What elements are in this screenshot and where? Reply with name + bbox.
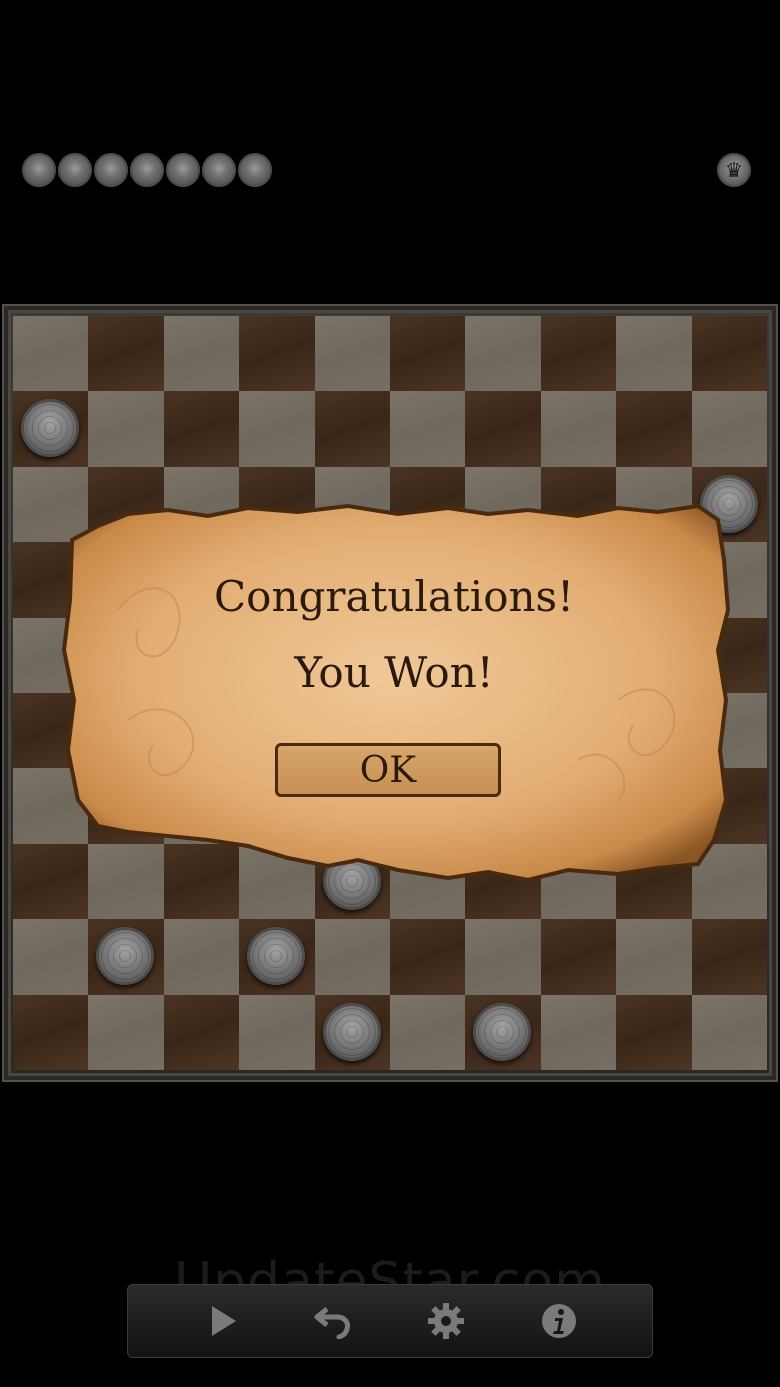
board-square[interactable]: [540, 919, 617, 995]
board-square[interactable]: [314, 919, 390, 995]
checker-piece[interactable]: [247, 927, 306, 986]
crown-icon: ♛: [725, 158, 743, 182]
board-square[interactable]: [13, 391, 89, 467]
board-square[interactable]: [616, 391, 692, 467]
dialog-title: Congratulations!: [214, 572, 574, 621]
board-square[interactable]: [390, 316, 466, 392]
checker-piece[interactable]: [96, 927, 155, 986]
board-square[interactable]: [691, 316, 767, 392]
board-square[interactable]: [540, 316, 617, 392]
board-square[interactable]: [390, 391, 466, 467]
gear-icon: [428, 1303, 464, 1339]
ok-button[interactable]: OK: [275, 743, 501, 797]
board-square[interactable]: [616, 994, 692, 1070]
board-square[interactable]: [314, 994, 390, 1070]
board-square[interactable]: [239, 316, 315, 392]
king-badge: ♛: [717, 153, 751, 187]
board-square[interactable]: [691, 391, 767, 467]
board-square[interactable]: [239, 919, 315, 995]
board-square[interactable]: [465, 391, 541, 467]
undo-icon: [314, 1307, 350, 1339]
info-icon: [542, 1304, 576, 1338]
board-square[interactable]: [390, 994, 466, 1070]
board-square[interactable]: [465, 919, 541, 995]
board-square[interactable]: [616, 919, 692, 995]
board-square[interactable]: [88, 316, 164, 392]
game-screen: ♛ Congratulations! You Won! OK UpdateSta…: [0, 0, 780, 1387]
captured-piece: [238, 153, 272, 187]
win-dialog: Congratulations! You Won! OK: [58, 500, 730, 884]
board-square[interactable]: [163, 919, 240, 995]
info-button[interactable]: [536, 1298, 582, 1344]
board-square[interactable]: [13, 316, 89, 392]
board-square[interactable]: [691, 994, 767, 1070]
board-square[interactable]: [616, 316, 692, 392]
captured-piece: [202, 153, 236, 187]
board-square[interactable]: [88, 994, 164, 1070]
play-icon: [212, 1306, 236, 1336]
checker-piece[interactable]: [322, 1002, 381, 1061]
captured-piece: [58, 153, 92, 187]
captured-piece: [94, 153, 128, 187]
board-square[interactable]: [163, 391, 240, 467]
board-square[interactable]: [163, 316, 240, 392]
board-square[interactable]: [239, 994, 315, 1070]
bottom-toolbar: [127, 1284, 653, 1358]
captured-pieces-row: [22, 153, 274, 187]
board-square[interactable]: [691, 919, 767, 995]
board-square[interactable]: [163, 994, 240, 1070]
board-square[interactable]: [540, 994, 617, 1070]
board-square[interactable]: [88, 919, 164, 995]
board-square[interactable]: [13, 919, 89, 995]
dialog-message: You Won!: [294, 648, 494, 697]
captured-piece: [166, 153, 200, 187]
board-square[interactable]: [88, 391, 164, 467]
board-square[interactable]: [13, 994, 89, 1070]
checker-piece[interactable]: [473, 1002, 532, 1061]
captured-piece: [130, 153, 164, 187]
checker-piece[interactable]: [21, 399, 79, 458]
board-square[interactable]: [465, 994, 541, 1070]
play-button[interactable]: [200, 1298, 246, 1344]
settings-button[interactable]: [423, 1298, 469, 1344]
board-square[interactable]: [540, 391, 617, 467]
board-square[interactable]: [239, 391, 315, 467]
board-square[interactable]: [314, 391, 390, 467]
board-square[interactable]: [314, 316, 390, 392]
captured-piece: [22, 153, 56, 187]
board-square[interactable]: [465, 316, 541, 392]
undo-button[interactable]: [310, 1298, 356, 1344]
board-square[interactable]: [390, 919, 466, 995]
